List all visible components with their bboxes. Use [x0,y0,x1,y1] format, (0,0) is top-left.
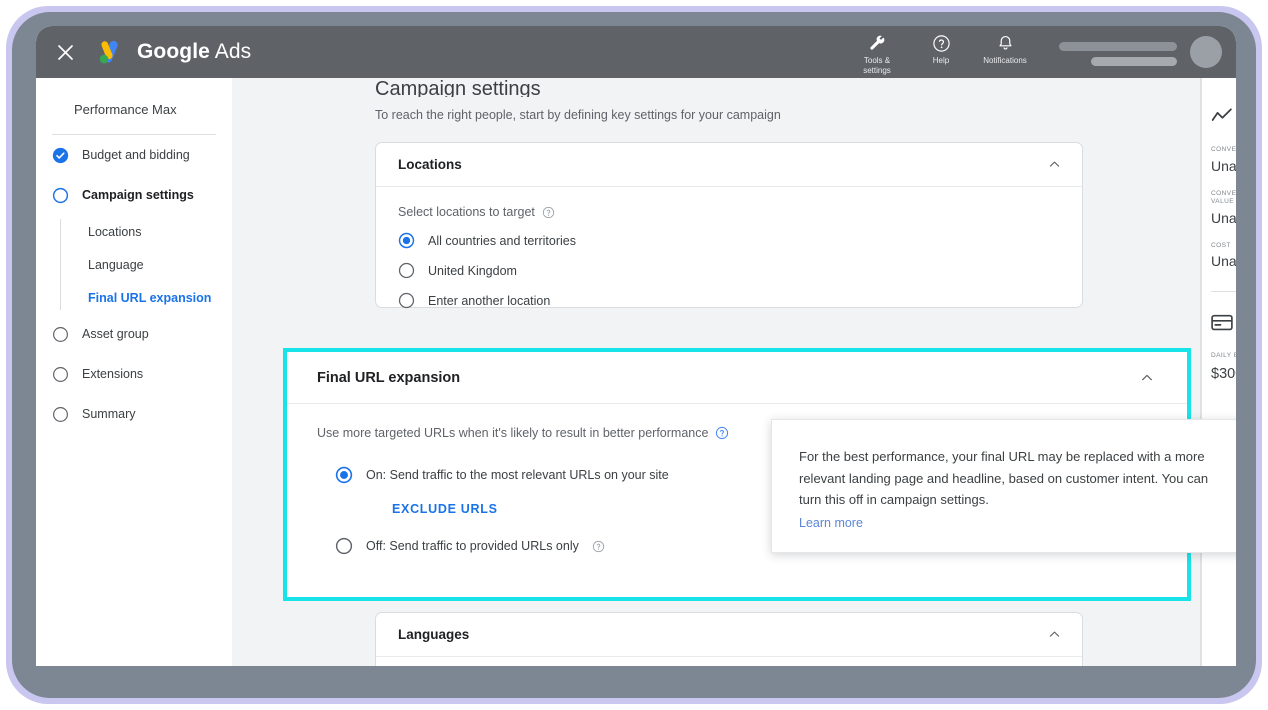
radio-label: Off: Send traffic to provided URLs only [366,539,579,553]
sidebar-item-locations[interactable]: Locations [60,215,232,248]
metrics-rail: CONVERSIONS Unavaila... CONVERSION VALUE… [1202,78,1236,666]
locations-field-label: Select locations to target [398,205,1060,219]
close-icon [57,44,73,60]
credit-card-icon [1211,314,1236,336]
final-url-card-title: Final URL expansion [317,369,461,386]
sidebar-substep-rail [60,219,61,310]
metric-key-conversion-value: CONVERSION VALUE [1211,189,1236,206]
top-bar-actions: Tools & settings Help Notifications [845,26,1236,78]
chevron-up-icon[interactable] [1139,370,1155,386]
help-circle-icon[interactable] [542,206,555,219]
locations-field-label-text: Select locations to target [398,205,535,219]
help-button[interactable]: Help [909,26,973,66]
radio-unselected-icon [398,292,415,309]
languages-card-title: Languages [398,627,470,642]
final-url-description-text: Use more targeted URLs when it's likely … [317,426,709,440]
sidebar-step-campaign-settings[interactable]: Campaign settings [36,175,232,215]
circle-outline-icon [53,406,68,422]
help-label: Help [932,56,950,65]
radio-unselected-icon [398,262,415,279]
page-header: Campaign settings To reach the right peo… [232,78,1200,122]
help-circle-icon[interactable] [592,540,605,553]
tools-and-settings-button[interactable]: Tools & settings [845,26,909,75]
exclude-urls-link[interactable]: EXCLUDE URLS [392,502,498,516]
brand-title: Google Ads [137,40,251,64]
sidebar-item-language[interactable]: Language [60,248,232,281]
locations-card: Locations Select locations to target All… [375,142,1083,309]
sidebar-item-final-url-expansion[interactable]: Final URL expansion [60,281,232,314]
chevron-up-icon[interactable] [1047,627,1062,642]
circle-outline-icon [53,366,68,382]
metric-value-daily-budget: $300.00 [1211,365,1236,382]
radio-label: Enter another location [428,293,551,308]
locations-card-title: Locations [398,157,462,172]
bell-icon [996,33,1015,53]
radio-label: All countries and territories [428,233,576,248]
languages-card: Languages Select the languages your cust… [375,612,1083,666]
sidebar-substeps: Locations Language Final URL expansion [60,215,232,314]
placeholder-bar-primary [1059,42,1177,51]
circle-outline-icon [53,326,68,342]
languages-card-body: Select the languages your customers spea… [376,657,1082,666]
radio-selected-icon [398,232,415,249]
sidebar-step-label: Budget and bidding [82,148,190,162]
metric-value-conversions: Unavaila... [1211,157,1236,174]
final-url-tooltip: For the best performance, your final URL… [771,419,1236,553]
brand-title-light: Ads [214,40,252,63]
rail-divider [1211,291,1236,292]
app-window: Google Ads Tools & settings Help Notific… [36,26,1236,666]
metric-value-cost: Unavaila... [1211,253,1236,269]
tooltip-learn-more-link[interactable]: Learn more [799,516,863,530]
page-subtitle: To reach the right people, start by defi… [375,108,781,122]
page-title: Campaign settings [375,78,541,97]
help-circle-icon[interactable] [715,426,729,440]
radio-label: On: Send traffic to the most relevant UR… [366,468,669,482]
sidebar-step-label: Summary [82,407,136,421]
sidebar-step-asset-group[interactable]: Asset group [36,314,232,354]
help-circle-icon [932,33,951,53]
tooltip-body: For the best performance, your final URL… [799,449,1209,507]
main-content: Campaign settings To reach the right peo… [232,78,1200,666]
wrench-icon [868,33,887,53]
brand-logo-group[interactable]: Google Ads [98,39,251,65]
placeholder-bar-secondary [1091,57,1177,66]
metric-key-conversions: CONVERSIONS [1211,146,1236,153]
sidebar-step-label: Asset group [82,327,149,341]
tools-and-settings-label: Tools & settings [863,56,891,75]
final-url-card-header[interactable]: Final URL expansion [287,352,1187,404]
radio-enter-another-location[interactable]: Enter another location [398,292,1060,309]
locations-card-header[interactable]: Locations [376,143,1082,187]
languages-card-header[interactable]: Languages [376,613,1082,657]
sidebar-campaign-type: Performance Max [74,102,177,117]
radio-selected-icon [335,466,353,484]
radio-label: United Kingdom [428,263,517,278]
radio-unselected-icon [335,537,353,555]
metric-key-cost: COST [1211,241,1231,249]
notifications-label: Notifications [983,56,1027,65]
close-button[interactable] [48,35,82,69]
metric-value-conversion-value: Unavaila... [1211,209,1236,226]
top-bar: Google Ads Tools & settings Help Notific… [36,26,1236,78]
check-circle-filled-icon [52,147,69,163]
sidebar-step-label: Extensions [82,367,144,381]
trending-chart-icon [1211,108,1236,130]
account-placeholder-bars [1059,42,1177,66]
notifications-button[interactable]: Notifications [973,26,1037,66]
circle-outline-current-icon [52,187,69,203]
sidebar-step-extensions[interactable]: Extensions [36,354,232,394]
sidebar-step-summary[interactable]: Summary [36,394,232,434]
chevron-up-icon[interactable] [1047,157,1062,172]
sidebar-step-label: Campaign settings [82,188,194,202]
google-ads-logo-icon [99,40,118,64]
locations-card-body: Select locations to target All countries… [376,187,1082,309]
sidebar: Performance Max Budget and bidding Campa… [36,78,232,666]
radio-united-kingdom[interactable]: United Kingdom [398,262,1060,279]
metric-key-daily-budget: DAILY BUDGET [1211,352,1236,359]
sidebar-step-budget-and-bidding[interactable]: Budget and bidding [36,135,232,175]
radio-all-countries[interactable]: All countries and territories [398,232,1060,249]
avatar[interactable] [1190,36,1222,68]
brand-title-bold: Google [137,40,210,63]
